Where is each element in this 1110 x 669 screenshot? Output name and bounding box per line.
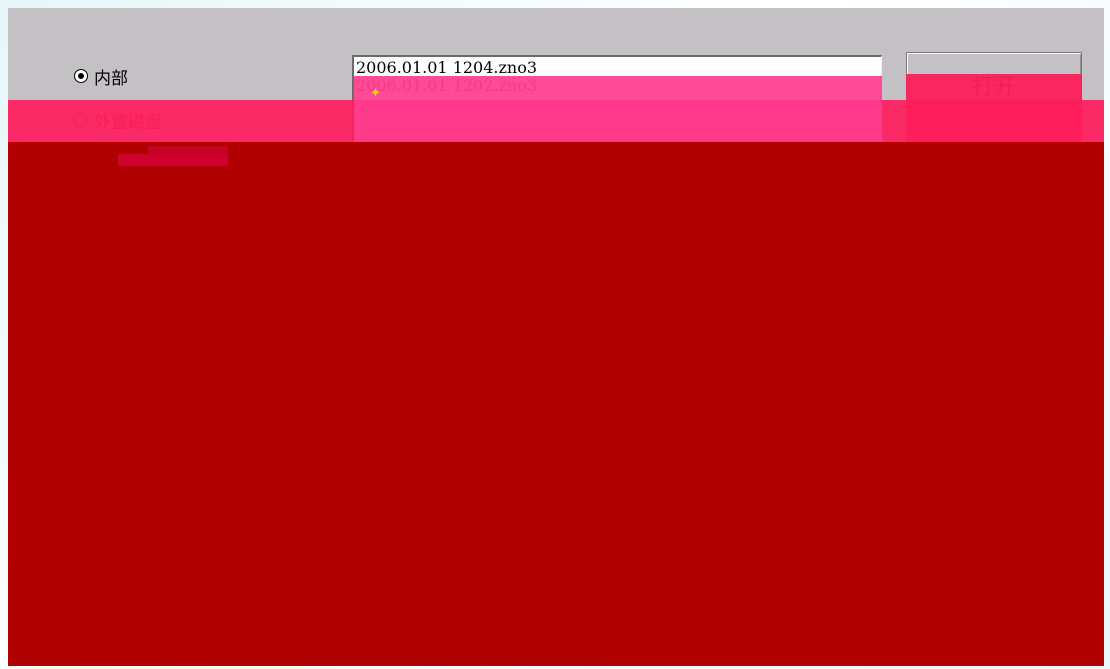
radio-external-label: 外置磁盘 — [94, 112, 162, 133]
file-open-dialog: 内部 外置磁盘 2006.01.01 1204.zno3 2006.01.01 … — [8, 8, 1104, 666]
file-list[interactable]: 2006.01.01 1204.zno3 2006.01.01 1202.zno… — [352, 55, 882, 215]
path-field[interactable] — [64, 142, 224, 174]
screen: 内部 外置磁盘 2006.01.01 1204.zno3 2006.01.01 … — [0, 0, 1110, 669]
open-button-label: 打开 — [971, 75, 1016, 100]
radio-internal[interactable]: 内部 — [74, 64, 128, 89]
radio-internal-label: 内部 — [94, 68, 128, 89]
open-button[interactable]: 打开 — [906, 52, 1082, 118]
radio-external-disk[interactable]: 外置磁盘 — [74, 108, 162, 133]
radio-selected-icon — [74, 69, 88, 83]
radio-unselected-icon — [74, 113, 88, 127]
file-list-item[interactable]: 2006.01.01 1204.zno3 — [356, 59, 881, 77]
file-list-item[interactable]: 2006.01.01 1202.zno3 — [356, 77, 881, 95]
second-button[interactable] — [906, 132, 1082, 198]
overlay-red-main — [8, 142, 1104, 666]
